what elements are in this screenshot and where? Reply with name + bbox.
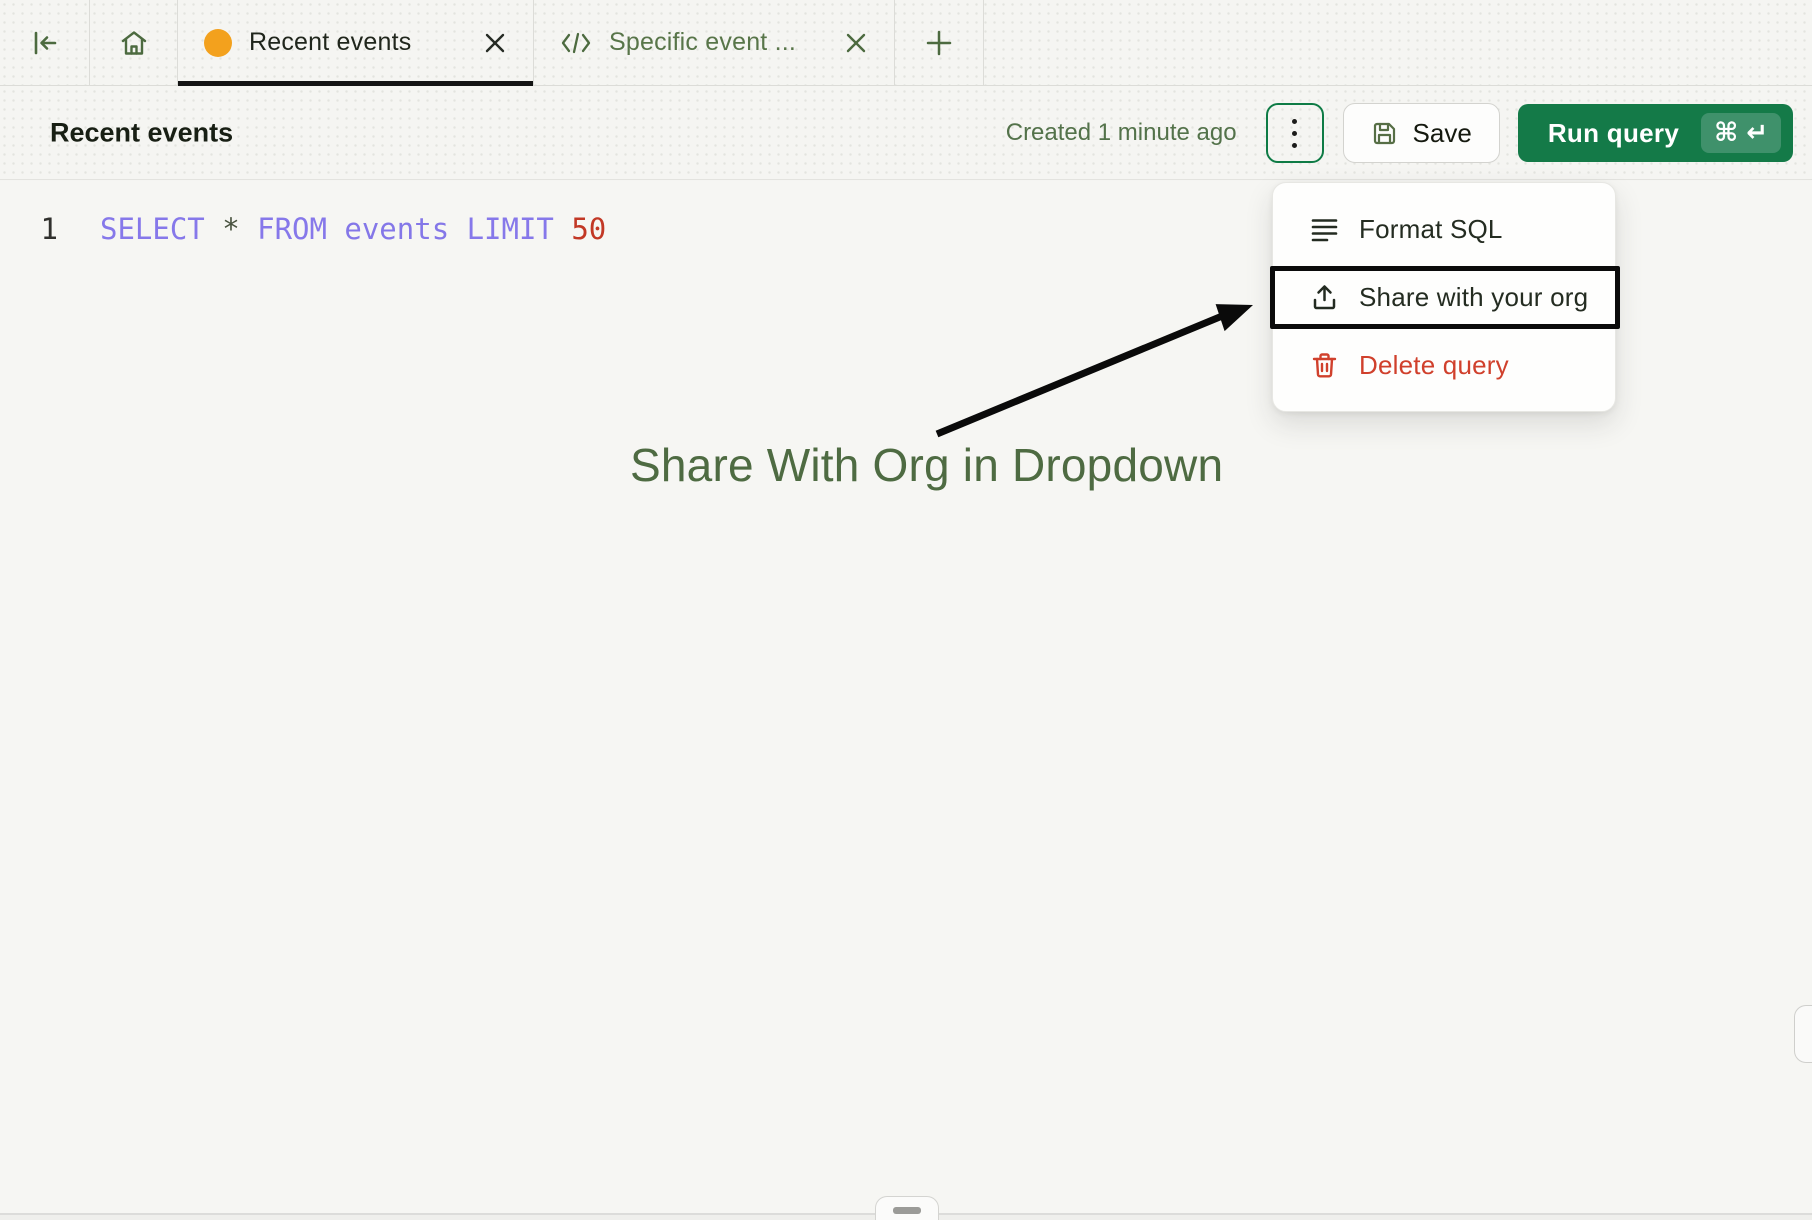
return-key-icon: ↵	[1746, 118, 1768, 148]
home-button[interactable]	[90, 0, 178, 85]
share-upload-icon	[1311, 284, 1338, 311]
menu-item-delete-query[interactable]: Delete query	[1273, 331, 1615, 399]
sql-keyword: FROM	[257, 212, 327, 246]
kebab-dot	[1292, 119, 1297, 124]
active-tab-underline	[178, 81, 533, 86]
unsaved-dot-icon	[204, 29, 232, 57]
plus-icon	[924, 28, 954, 58]
drag-grip-icon	[893, 1207, 921, 1214]
tab-recent-events-label: Recent events	[249, 28, 469, 57]
close-icon	[844, 31, 868, 55]
bottom-panel-handle[interactable]	[875, 1196, 939, 1220]
sql-keyword: LIMIT	[467, 212, 554, 246]
sql-number: 50	[571, 212, 606, 246]
code-icon	[560, 30, 592, 56]
tab-bar-spacer	[984, 0, 1812, 85]
new-tab-button[interactable]	[895, 0, 984, 85]
tab-specific-event-label: Specific event ...	[609, 28, 830, 57]
tab-specific-event-close-button[interactable]	[844, 31, 868, 55]
sql-keyword: SELECT	[100, 212, 205, 246]
save-button[interactable]: Save	[1343, 103, 1500, 163]
home-icon	[119, 28, 149, 58]
menu-item-label: Format SQL	[1359, 214, 1503, 245]
format-sql-icon	[1311, 216, 1338, 243]
menu-item-label: Share with your org	[1359, 282, 1588, 313]
trash-icon	[1311, 352, 1338, 379]
save-button-label: Save	[1413, 118, 1472, 149]
menu-item-share-with-org[interactable]: Share with your org	[1273, 263, 1615, 331]
line-number: 1	[0, 212, 58, 246]
query-editor-app: Recent events Specific event ...	[0, 0, 1812, 1220]
tab-specific-event[interactable]: Specific event ...	[534, 0, 895, 85]
page-title: Recent events	[50, 118, 233, 149]
menu-item-format-sql[interactable]: Format SQL	[1273, 195, 1615, 263]
run-shortcut-badge: ⌘ ↵	[1701, 113, 1781, 153]
code-line-1: 1 SELECT * FROM events LIMIT 50	[0, 212, 624, 246]
menu-item-label: Delete query	[1359, 350, 1509, 381]
created-timestamp: Created 1 minute ago	[1006, 119, 1237, 147]
tab-bar: Recent events Specific event ...	[0, 0, 1812, 86]
close-icon	[483, 31, 507, 55]
tab-recent-events-close-button[interactable]	[483, 31, 507, 55]
annotation-text: Share With Org in Dropdown	[630, 438, 1223, 492]
run-query-label: Run query	[1548, 118, 1679, 149]
tab-recent-events[interactable]: Recent events	[178, 0, 534, 85]
query-header: Recent events Created 1 minute ago Save	[0, 87, 1812, 180]
command-key-icon: ⌘	[1714, 118, 1738, 148]
right-panel-handle[interactable]	[1794, 1005, 1812, 1063]
collapse-sidebar-button[interactable]	[0, 0, 90, 85]
collapse-sidebar-icon	[31, 29, 59, 57]
sql-identifier: events	[344, 212, 449, 246]
sql-operator: *	[222, 212, 239, 246]
options-dropdown-menu: Format SQL Share with your org	[1272, 182, 1616, 412]
more-options-button[interactable]	[1266, 103, 1324, 163]
sql-code[interactable]: SELECT * FROM events LIMIT 50	[100, 212, 624, 246]
kebab-dot	[1292, 131, 1297, 136]
save-icon	[1371, 120, 1398, 147]
kebab-dot	[1292, 143, 1297, 148]
header-actions: Created 1 minute ago Save Run query	[1006, 87, 1793, 179]
run-query-button[interactable]: Run query ⌘ ↵	[1518, 104, 1793, 162]
